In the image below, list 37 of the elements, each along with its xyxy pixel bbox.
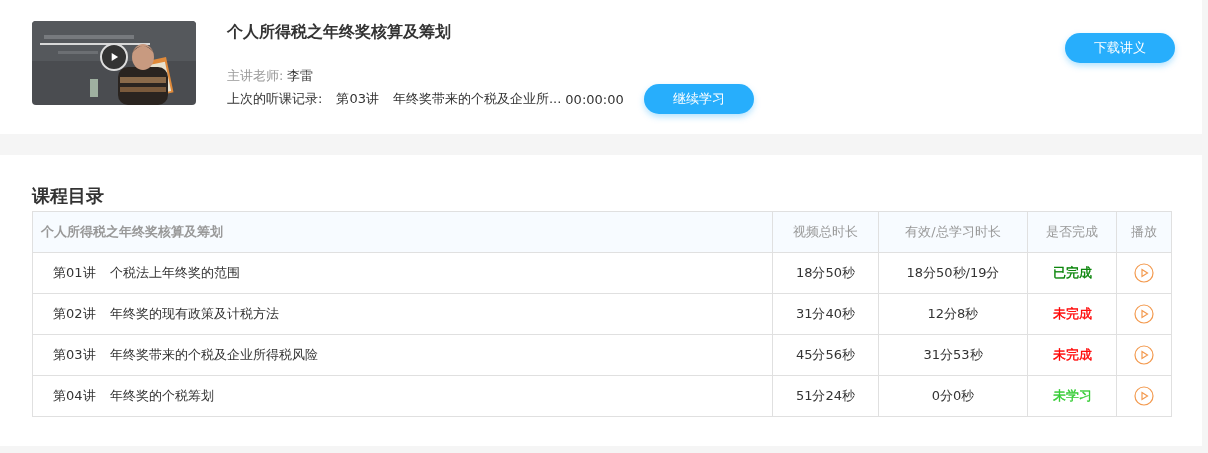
teacher-name: 李雷	[287, 68, 314, 83]
column-header: 播放	[1116, 211, 1172, 253]
last-record-label: 上次的听课记录:	[227, 90, 323, 108]
last-record-title: 年终奖带来的个税及企业所...	[392, 90, 562, 108]
play-icon[interactable]	[1134, 386, 1154, 406]
last-record-lesson: 第03讲	[336, 90, 379, 108]
column-header: 是否完成	[1027, 211, 1117, 253]
table-cell: 12分8秒	[878, 293, 1028, 335]
teacher-label: 主讲老师:	[227, 68, 284, 83]
column-header: 个人所得税之年终奖核算及筹划	[32, 211, 773, 253]
last-record-time: 00:00:00	[565, 91, 624, 107]
table-cell: 31分40秒	[772, 293, 879, 335]
lesson-number: 第04讲	[53, 388, 96, 403]
status-text: 未完成	[1052, 306, 1092, 321]
play-icon[interactable]	[1134, 263, 1154, 283]
table-cell: 0分0秒	[878, 375, 1028, 417]
status-text: 已完成	[1052, 265, 1092, 280]
column-header: 有效/总学习时长	[878, 211, 1028, 253]
table-cell: 18分50秒/19分	[878, 252, 1028, 294]
play-icon[interactable]	[1134, 304, 1154, 324]
lesson-title[interactable]: 年终奖的个税筹划	[109, 388, 214, 403]
lesson-number: 第02讲	[53, 306, 96, 321]
play-icon[interactable]	[1134, 345, 1154, 365]
course-title: 个人所得税之年终奖核算及筹划	[227, 22, 452, 43]
table-cell: 45分56秒	[772, 334, 879, 376]
lesson-number: 第01讲	[53, 265, 96, 280]
table-cell: 51分24秒	[772, 375, 879, 417]
section-heading: 课程目录	[32, 184, 105, 208]
lesson-number: 第03讲	[53, 347, 96, 362]
status-text: 未完成	[1052, 347, 1092, 362]
lesson-title[interactable]: 个税法上年终奖的范围	[109, 265, 240, 280]
table-cell: 18分50秒	[772, 252, 879, 294]
status-text: 未学习	[1052, 388, 1092, 403]
column-header: 视频总时长	[772, 211, 879, 253]
lesson-title[interactable]: 年终奖的现有政策及计税方法	[109, 306, 279, 321]
lesson-title[interactable]: 年终奖带来的个税及企业所得税风险	[109, 347, 318, 362]
table-cell: 31分53秒	[878, 334, 1028, 376]
